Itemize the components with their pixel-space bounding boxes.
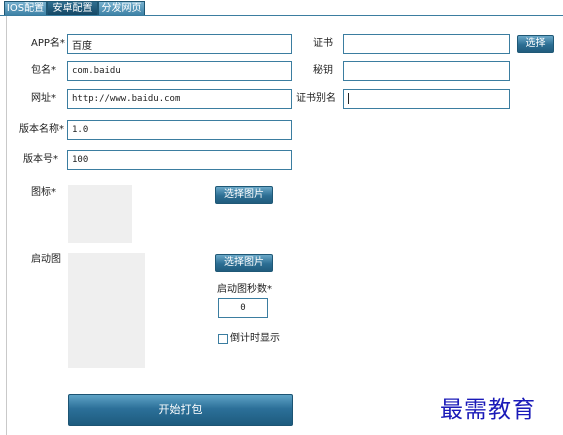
splash-preview [68,253,145,368]
tab-android-config[interactable]: 安卓配置 [47,1,98,15]
cert-alias-label: 证书别名 [296,93,336,104]
icon-preview [68,185,132,243]
url-input[interactable] [67,89,292,109]
url-label: 网址* [31,93,56,104]
splash-seconds-label: 启动图秒数* [217,284,272,295]
app-name-label: APP名* [31,38,65,49]
tab-ios-config[interactable]: IOS配置 [4,1,47,15]
splash-seconds-input[interactable] [218,298,268,318]
certificate-label: 证书 [313,38,333,49]
choose-certificate-button[interactable]: 选择 [517,35,554,53]
certificate-input[interactable] [343,34,510,54]
icon-label: 图标* [31,187,56,198]
secret-key-label: 秘钥 [313,65,333,76]
cert-alias-input[interactable] [343,89,510,109]
version-name-label: 版本名称* [19,124,64,135]
tab-bar: IOS配置 安卓配置 分发网页 [0,0,563,16]
package-name-input[interactable] [67,61,292,81]
tab-distribution-page[interactable]: 分发网页 [98,1,145,15]
start-packaging-button[interactable]: 开始打包 [68,394,293,426]
text-cursor [348,93,349,104]
version-name-input[interactable] [67,120,292,140]
countdown-label: 倒计时显示 [230,333,280,344]
choose-icon-button[interactable]: 选择图片 [215,186,273,204]
choose-splash-button[interactable]: 选择图片 [215,254,273,272]
splash-label: 启动图 [31,254,61,265]
secret-key-input[interactable] [343,61,510,81]
package-name-label: 包名* [31,65,56,76]
watermark-text: 最需教育 [440,397,536,423]
countdown-checkbox[interactable] [218,334,228,344]
version-code-label: 版本号* [23,154,58,165]
version-code-input[interactable] [67,150,292,170]
app-name-input[interactable] [67,34,292,54]
